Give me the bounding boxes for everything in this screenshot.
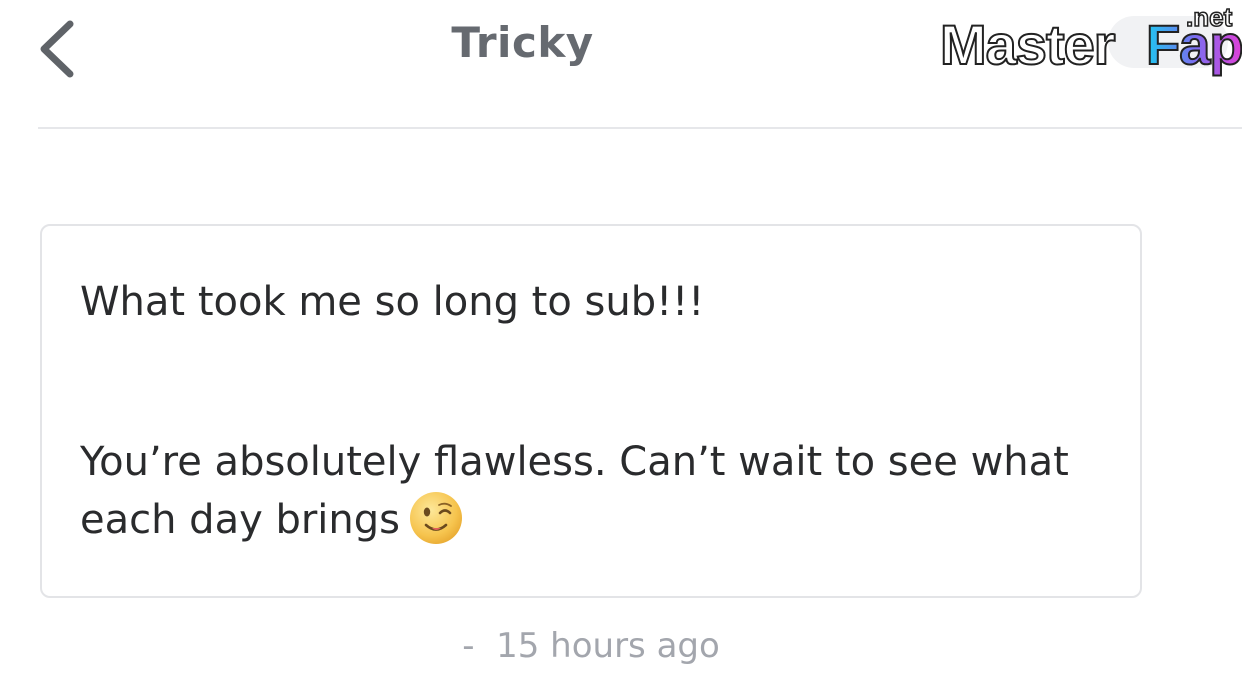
watermark-master-text: Master (940, 13, 1115, 76)
page-title: Tricky (451, 18, 594, 67)
message-line-2: You’re absolutely flawless. Can’t wait t… (80, 439, 1069, 485)
watermark-logo: Master Fap .net (939, 2, 1242, 77)
watermark-net-text: .net (1186, 2, 1233, 32)
timestamp-text: 15 hours ago (496, 626, 720, 666)
timestamp: - 15 hours ago (0, 626, 1182, 666)
message-line-1: What took me so long to sub!!! (80, 279, 705, 325)
header-bar: Tricky Master Fap .net (0, 0, 1242, 128)
message-card: What took me so long to sub!!! You’re ab… (40, 224, 1142, 598)
message-line-3: each day brings (80, 492, 464, 546)
message-detail-screen: Tricky Master Fap .net What took me so l… (0, 0, 1242, 685)
message-line-3-text: each day brings (80, 497, 400, 543)
timestamp-prefix: - (462, 626, 475, 666)
header-divider (38, 127, 1242, 129)
winking-face-icon (410, 492, 462, 544)
